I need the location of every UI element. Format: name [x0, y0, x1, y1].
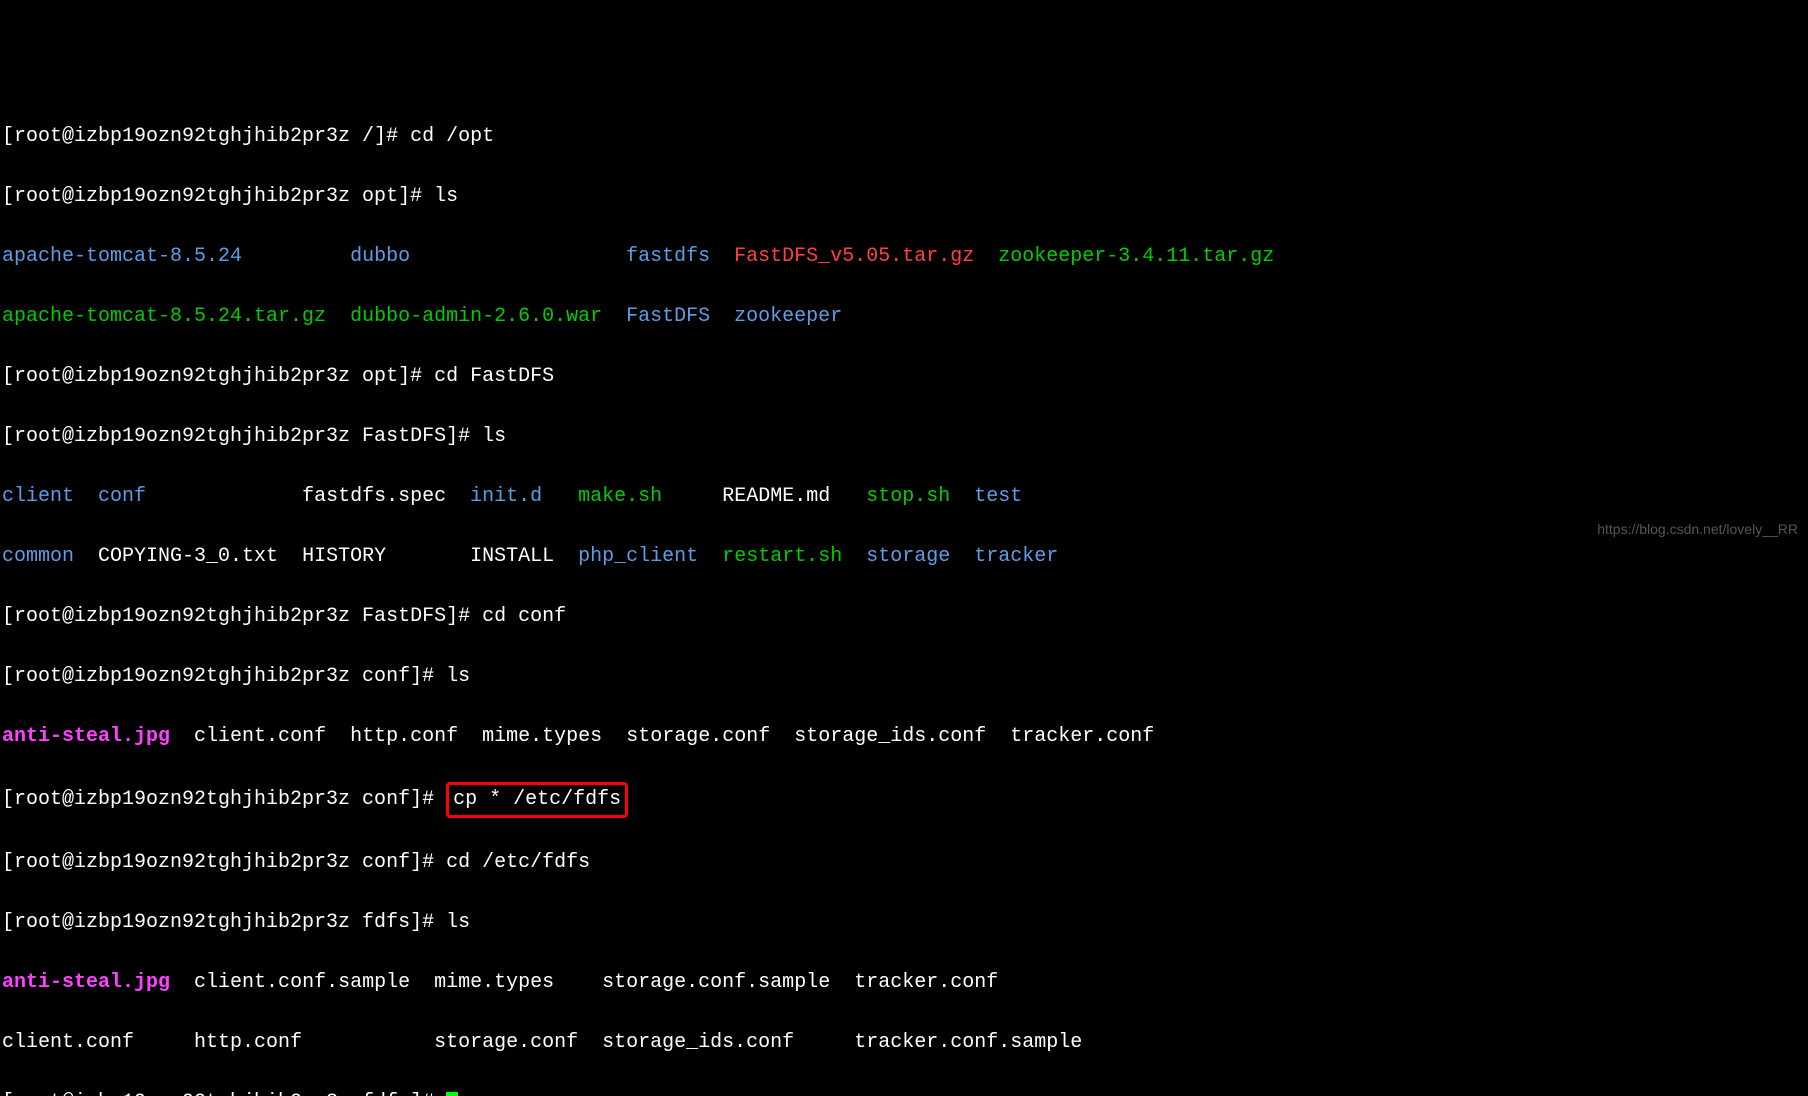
prompt: [root@izbp19ozn92tghjhib2pr3z opt]#: [2, 365, 434, 388]
file-entry: storage.conf: [626, 725, 770, 748]
file-entry: mime.types: [434, 971, 554, 994]
file-entry: tracker.conf: [1010, 725, 1154, 748]
file-entry: INSTALL: [470, 545, 554, 568]
command: ls: [482, 425, 506, 448]
file-entry: client.conf: [2, 1031, 134, 1054]
command: ls: [446, 911, 470, 934]
file-entry: README.md: [722, 485, 830, 508]
file-entry: stop.sh: [866, 485, 950, 508]
file-entry: COPYING-3_0.txt: [98, 545, 278, 568]
ls-output-line: anti-steal.jpg client.conf.sample mime.t…: [2, 968, 1806, 998]
ls-output-line: apache-tomcat-8.5.24 dubbo fastdfs FastD…: [2, 242, 1806, 272]
prompt: [root@izbp19ozn92tghjhib2pr3z opt]#: [2, 185, 434, 208]
command: cd FastDFS: [434, 365, 554, 388]
command: cp * /etc/fdfs: [453, 788, 621, 811]
file-entry: storage_ids.conf: [794, 725, 986, 748]
terminal-line: [root@izbp19ozn92tghjhib2pr3z conf]# ls: [2, 662, 1806, 692]
file-entry: tracker.conf.sample: [854, 1031, 1082, 1054]
dir-entry: init.d: [470, 485, 542, 508]
prompt: [root@izbp19ozn92tghjhib2pr3z /]#: [2, 125, 410, 148]
prompt: [root@izbp19ozn92tghjhib2pr3z conf]#: [2, 851, 446, 874]
file-entry: http.conf: [350, 725, 458, 748]
dir-entry: storage: [866, 545, 950, 568]
prompt: [root@izbp19ozn92tghjhib2pr3z FastDFS]#: [2, 605, 482, 628]
file-entry: make.sh: [578, 485, 662, 508]
dir-entry: zookeeper: [734, 305, 842, 328]
ls-output-line: apache-tomcat-8.5.24.tar.gz dubbo-admin-…: [2, 302, 1806, 332]
file-entry: http.conf: [194, 1031, 302, 1054]
terminal-line[interactable]: [root@izbp19ozn92tghjhib2pr3z fdfs]#: [2, 1088, 1806, 1096]
file-entry: client.conf.sample: [194, 971, 410, 994]
file-entry: storage.conf: [434, 1031, 578, 1054]
terminal-line: [root@izbp19ozn92tghjhib2pr3z /]# cd /op…: [2, 122, 1806, 152]
dir-entry: FastDFS: [626, 305, 710, 328]
file-entry: tracker.conf: [854, 971, 998, 994]
command: cd /etc/fdfs: [446, 851, 590, 874]
file-entry: apache-tomcat-8.5.24.tar.gz: [2, 305, 326, 328]
ls-output-line: client.conf http.conf storage.conf stora…: [2, 1028, 1806, 1058]
file-entry: storage_ids.conf: [602, 1031, 794, 1054]
command: cd /opt: [410, 125, 494, 148]
terminal-line: [root@izbp19ozn92tghjhib2pr3z conf]# cp …: [2, 782, 1806, 818]
file-entry: anti-steal.jpg: [2, 971, 170, 994]
dir-entry: dubbo: [350, 245, 410, 268]
file-entry: restart.sh: [722, 545, 842, 568]
terminal-line: [root@izbp19ozn92tghjhib2pr3z FastDFS]# …: [2, 422, 1806, 452]
file-entry: client.conf: [194, 725, 326, 748]
terminal-line: [root@izbp19ozn92tghjhib2pr3z opt]# cd F…: [2, 362, 1806, 392]
cursor-icon: [446, 1092, 458, 1096]
prompt: [root@izbp19ozn92tghjhib2pr3z conf]#: [2, 788, 446, 811]
terminal-line: [root@izbp19ozn92tghjhib2pr3z opt]# ls: [2, 182, 1806, 212]
dir-entry: apache-tomcat-8.5.24: [2, 245, 242, 268]
prompt: [root@izbp19ozn92tghjhib2pr3z fdfs]#: [2, 1091, 446, 1096]
dir-entry: php_client: [578, 545, 698, 568]
watermark: https://blog.csdn.net/lovely__RR: [1597, 519, 1798, 540]
dir-entry: fastdfs: [626, 245, 710, 268]
file-entry: fastdfs.spec: [302, 485, 446, 508]
dir-entry: test: [974, 485, 1022, 508]
command: ls: [446, 665, 470, 688]
file-entry: zookeeper-3.4.11.tar.gz: [998, 245, 1274, 268]
prompt: [root@izbp19ozn92tghjhib2pr3z conf]#: [2, 665, 446, 688]
file-entry: FastDFS_v5.05.tar.gz: [734, 245, 974, 268]
dir-entry: conf: [98, 485, 146, 508]
dir-entry: client: [2, 485, 74, 508]
ls-output-line: client conf fastdfs.spec init.d make.sh …: [2, 482, 1806, 512]
terminal-line: [root@izbp19ozn92tghjhib2pr3z conf]# cd …: [2, 848, 1806, 878]
dir-entry: tracker: [974, 545, 1058, 568]
file-entry: storage.conf.sample: [602, 971, 830, 994]
command: ls: [434, 185, 458, 208]
file-entry: dubbo-admin-2.6.0.war: [350, 305, 602, 328]
file-entry: mime.types: [482, 725, 602, 748]
prompt: [root@izbp19ozn92tghjhib2pr3z FastDFS]#: [2, 425, 482, 448]
highlighted-command: cp * /etc/fdfs: [446, 782, 628, 818]
terminal-line: [root@izbp19ozn92tghjhib2pr3z FastDFS]# …: [2, 602, 1806, 632]
dir-entry: common: [2, 545, 74, 568]
command: cd conf: [482, 605, 566, 628]
file-entry: HISTORY: [302, 545, 386, 568]
prompt: [root@izbp19ozn92tghjhib2pr3z fdfs]#: [2, 911, 446, 934]
terminal-line: [root@izbp19ozn92tghjhib2pr3z fdfs]# ls: [2, 908, 1806, 938]
ls-output-line: common COPYING-3_0.txt HISTORY INSTALL p…: [2, 542, 1806, 572]
ls-output-line: anti-steal.jpg client.conf http.conf mim…: [2, 722, 1806, 752]
file-entry: anti-steal.jpg: [2, 725, 170, 748]
